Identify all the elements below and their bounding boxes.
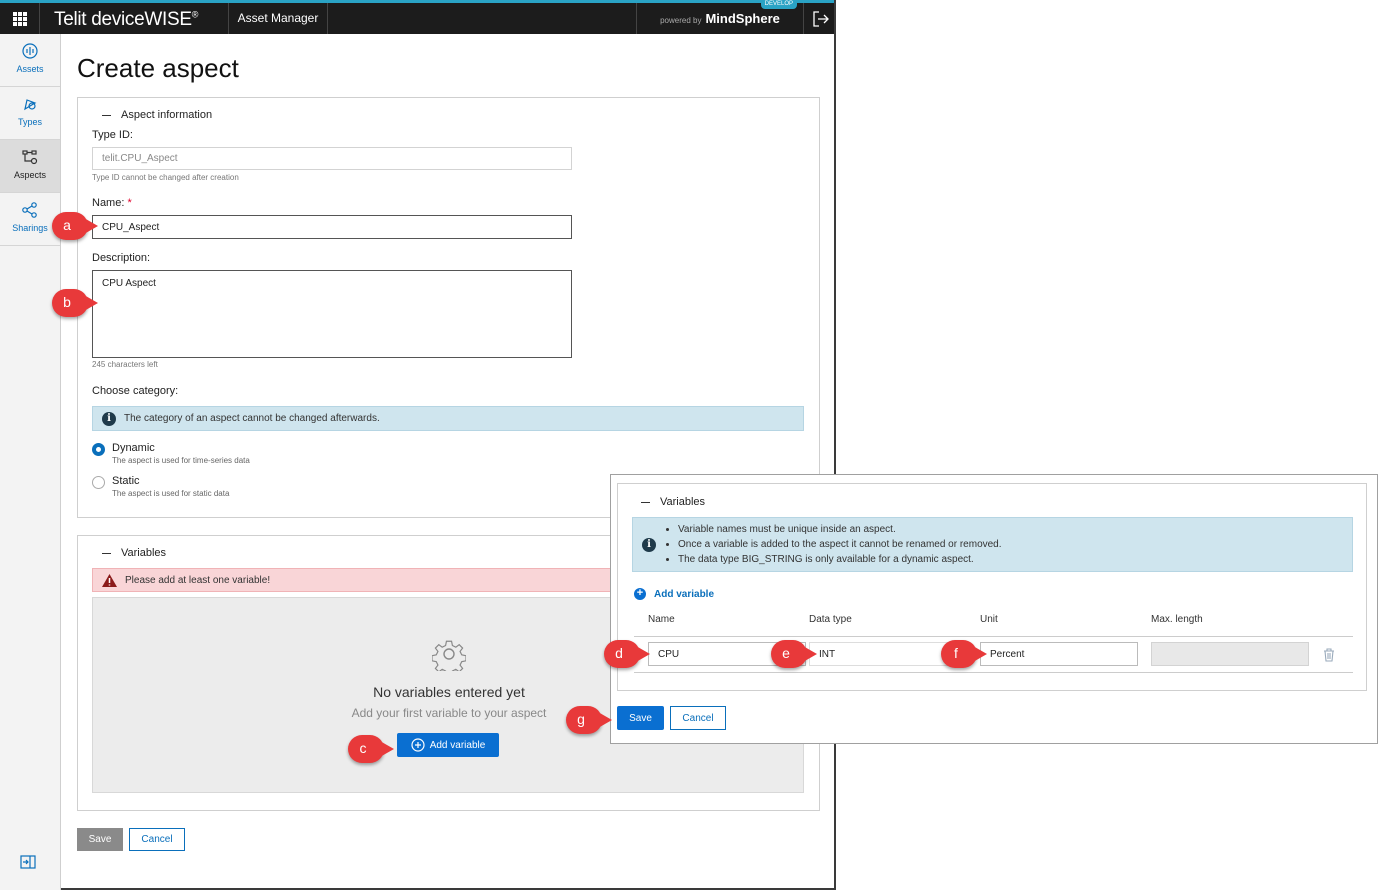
platform-logo: powered by MindSphere DEVELOP [636, 0, 804, 34]
info-icon: i [642, 537, 656, 552]
variables-toggle[interactable]: Variables [641, 496, 705, 508]
sidebar-item-label: Aspects [13, 170, 46, 180]
add-variable-button[interactable]: Add variable [397, 733, 499, 757]
sharings-icon [22, 202, 37, 218]
table-divider [634, 636, 1353, 637]
category-info-banner: i The category of an aspect cannot be cha… [92, 406, 804, 431]
aspect-information-toggle[interactable]: Aspect information [102, 109, 212, 121]
type-id-field: telit.CPU_Aspect [92, 147, 572, 170]
app-launcher-icon[interactable] [0, 3, 40, 34]
platform-name: MindSphere [705, 11, 780, 26]
collapse-icon [641, 501, 650, 503]
required-marker: * [127, 197, 132, 209]
logout-icon[interactable] [812, 10, 830, 28]
section-title: Aspect information [121, 109, 213, 121]
chars-left-hint: 245 characters left [92, 360, 158, 369]
radio-unselected-icon[interactable] [92, 476, 105, 489]
variables-detail-overlay: Variables i Variable names must be uniqu… [610, 474, 1378, 744]
brand-logo: Telit deviceWISE® [54, 9, 199, 30]
gear-icon [432, 640, 466, 671]
add-variable-link[interactable]: + Add variable [634, 588, 714, 600]
warning-icon [102, 573, 117, 587]
type-id-hint: Type ID cannot be changed after creation [92, 173, 239, 182]
callout-f: f [941, 640, 987, 668]
plus-icon: + [634, 588, 646, 600]
variable-max-length-field [1151, 642, 1309, 666]
sidebar-item-aspects[interactable]: Aspects [0, 140, 60, 193]
option-desc: The aspect is used for time-series data [112, 456, 250, 465]
sidebar-item-types[interactable]: Types [0, 87, 60, 140]
info-list-item: Once a variable is added to the aspect i… [678, 537, 1002, 552]
callout-e: e [771, 640, 817, 668]
button-label: Add variable [429, 739, 486, 751]
info-icon: i [102, 411, 116, 426]
info-list-item: Variable names must be unique inside an … [678, 522, 1002, 537]
types-icon [24, 99, 37, 111]
sidebar-item-label: Sharings [12, 223, 48, 233]
type-id-label: Type ID: [92, 129, 133, 141]
collapse-icon [102, 114, 111, 116]
category-option-static[interactable]: Static The aspect is used for static data [92, 475, 229, 498]
callout-d: d [604, 640, 650, 668]
option-desc: The aspect is used for static data [112, 489, 230, 498]
top-bar: Telit deviceWISE® Asset Manager powered … [0, 0, 834, 34]
sidebar-item-assets[interactable]: Assets [0, 34, 60, 87]
column-header-name: Name [648, 614, 675, 625]
powered-by-text: powered by [660, 16, 702, 25]
save-button[interactable]: Save [77, 828, 123, 851]
sidebar-item-sharings[interactable]: Sharings [0, 193, 60, 246]
variable-unit-field[interactable]: Percent [980, 642, 1138, 666]
cancel-button[interactable]: Cancel [670, 706, 726, 730]
column-header-unit: Unit [980, 614, 998, 625]
section-title: Variables [660, 496, 706, 508]
collapse-sidebar-icon[interactable] [20, 855, 36, 874]
option-label: Dynamic [112, 442, 155, 454]
name-label: Name: * [92, 197, 132, 209]
column-header-data-type: Data type [809, 614, 852, 625]
description-label: Description: [92, 252, 151, 264]
assets-icon [22, 43, 38, 59]
radio-selected-icon[interactable] [92, 443, 105, 456]
name-field[interactable]: CPU_Aspect [92, 215, 572, 239]
info-text: The category of an aspect cannot be chan… [124, 413, 380, 424]
section-title: Variables [121, 547, 167, 559]
sidebar: Assets Types Aspects Sharings [0, 34, 61, 890]
variables-info-banner: i Variable names must be unique inside a… [632, 517, 1353, 572]
category-label: Choose category: [92, 385, 179, 397]
save-button[interactable]: Save [617, 706, 664, 730]
sidebar-item-label: Types [17, 117, 42, 127]
cancel-button[interactable]: Cancel [129, 828, 185, 851]
name-label-text: Name: [92, 197, 125, 209]
option-label: Static [112, 475, 140, 487]
plus-circle-icon [411, 738, 425, 752]
page-title: Create aspect [77, 53, 239, 83]
env-badge: DEVELOP [760, 0, 797, 9]
error-text: Please add at least one variable! [125, 574, 271, 586]
trash-icon[interactable] [1323, 648, 1335, 662]
sidebar-item-label: Assets [16, 64, 44, 74]
column-header-max-length: Max. length [1151, 614, 1203, 625]
table-divider [634, 672, 1353, 673]
callout-c: c [348, 735, 394, 763]
callout-g: g [566, 706, 612, 734]
variables-toggle[interactable]: Variables [102, 547, 166, 559]
description-field[interactable]: CPU Aspect [92, 270, 572, 358]
category-option-dynamic[interactable]: Dynamic The aspect is used for time-serie… [92, 442, 250, 465]
aspects-icon [22, 150, 38, 165]
info-list-item: The data type BIG_STRING is only availab… [678, 552, 1002, 567]
link-label: Add variable [654, 588, 715, 600]
app-name[interactable]: Asset Manager [228, 3, 328, 34]
app-window: Telit deviceWISE® Asset Manager powered … [0, 0, 836, 890]
info-list: Variable names must be unique inside an … [664, 522, 1002, 567]
collapse-icon [102, 552, 111, 554]
callout-b: b [52, 289, 98, 317]
callout-a: a [52, 212, 98, 240]
